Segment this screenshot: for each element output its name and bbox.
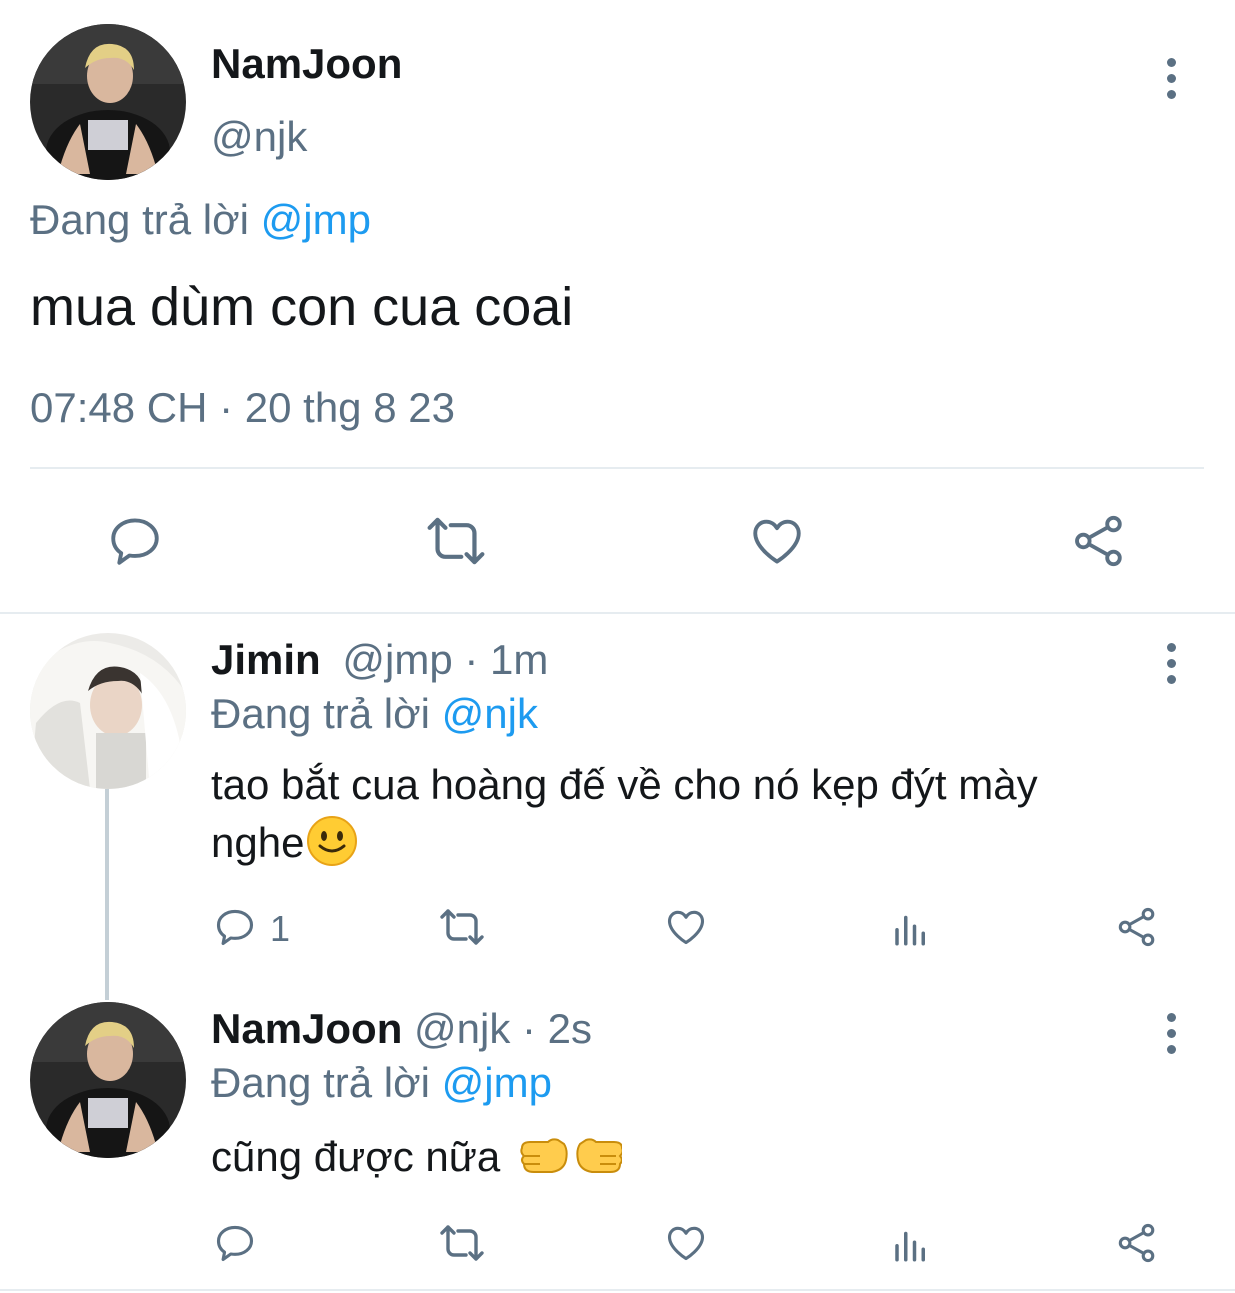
analytics-icon[interactable] — [890, 907, 932, 949]
reply-icon[interactable] — [213, 905, 257, 949]
replying-to: Đang trả lời @jmp — [211, 1059, 552, 1107]
like-icon[interactable] — [664, 1221, 708, 1265]
avatar-namjoon[interactable] — [30, 1002, 186, 1158]
replying-to-handle[interactable]: @njk — [442, 690, 538, 737]
author-handle[interactable]: @njk — [211, 113, 307, 161]
more-options-icon[interactable] — [1165, 643, 1177, 691]
avatar-jimin[interactable] — [30, 633, 186, 789]
reply-text-line1: tao bắt cua hoàng đế về cho nó kẹp đýt m… — [211, 761, 1038, 808]
author-handle-time[interactable]: @njk · 2s — [414, 1005, 592, 1052]
replying-to-handle[interactable]: @jmp — [442, 1059, 552, 1106]
like-icon[interactable] — [664, 905, 708, 949]
bottom-divider — [0, 1289, 1235, 1291]
retweet-icon[interactable] — [424, 512, 488, 570]
reply-icon[interactable] — [106, 512, 164, 570]
section-divider — [0, 612, 1235, 614]
reply-text-line2: nghe — [211, 815, 358, 877]
reply-text: cũng được nữa — [211, 1133, 501, 1181]
share-icon[interactable] — [1070, 512, 1128, 570]
author-handle-time[interactable]: @jmp · 1m — [342, 636, 548, 683]
replying-prefix: Đang trả lời — [30, 196, 249, 243]
tweet-timestamp[interactable]: 07:48 CH · 20 thg 8 23 — [30, 384, 455, 432]
author-name[interactable]: NamJoon — [211, 40, 402, 88]
reply-header: NamJoon @njk · 2s — [211, 1005, 592, 1053]
like-icon[interactable] — [748, 512, 806, 570]
analytics-icon[interactable] — [890, 1223, 932, 1265]
replying-to: Đang trả lời @jmp — [30, 196, 371, 244]
reply-icon[interactable] — [213, 1221, 257, 1265]
thread-line — [105, 788, 109, 1000]
share-icon[interactable] — [1115, 905, 1159, 949]
retweet-icon[interactable] — [437, 905, 487, 949]
replying-prefix: Đang trả lời — [211, 690, 430, 737]
share-icon[interactable] — [1115, 1221, 1159, 1265]
retweet-icon[interactable] — [437, 1221, 487, 1265]
reply-text-line: cũng được nữa — [211, 1130, 624, 1190]
reply-header: Jimin @jmp · 1m — [211, 636, 548, 684]
smile-emoji-icon — [306, 815, 358, 877]
more-options-icon[interactable] — [1165, 1013, 1177, 1061]
author-name[interactable]: NamJoon — [211, 1005, 402, 1052]
more-options-icon[interactable] — [1165, 58, 1177, 106]
reply-count: 1 — [270, 908, 291, 949]
pointing-hands-emoji-icon — [518, 1130, 624, 1190]
divider — [30, 467, 1204, 469]
tweet-text: mua dùm con cua coai — [30, 277, 574, 337]
avatar-namjoon[interactable] — [30, 24, 186, 180]
replying-to-handle[interactable]: @jmp — [261, 196, 371, 243]
replying-prefix: Đang trả lời — [211, 1059, 430, 1106]
replying-to: Đang trả lời @njk — [211, 690, 538, 738]
author-name[interactable]: Jimin — [211, 636, 321, 683]
reply-text: nghe — [211, 819, 305, 867]
